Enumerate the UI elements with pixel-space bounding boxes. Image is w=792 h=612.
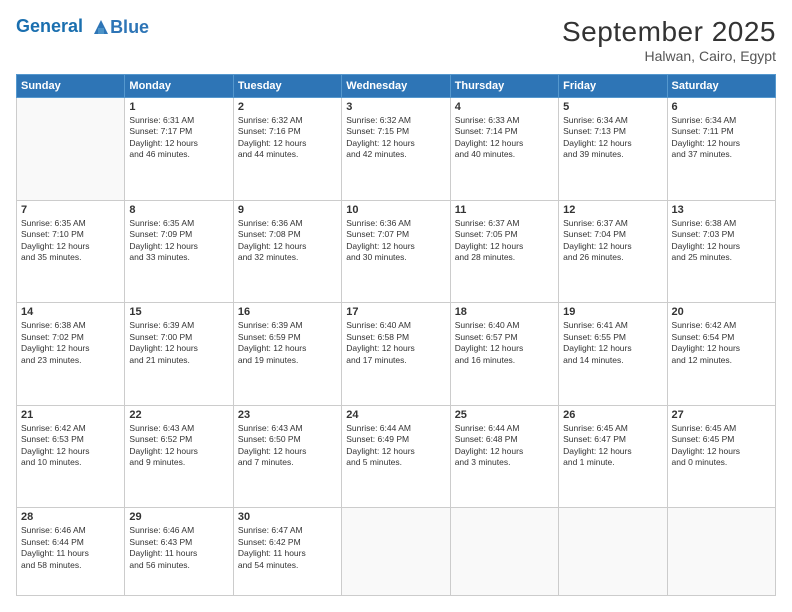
calendar-header-row: Sunday Monday Tuesday Wednesday Thursday… [17, 75, 776, 98]
table-row [559, 508, 667, 596]
month-title: September 2025 [562, 16, 776, 48]
col-friday: Friday [559, 75, 667, 98]
col-sunday: Sunday [17, 75, 125, 98]
table-row: 5Sunrise: 6:34 AM Sunset: 7:13 PM Daylig… [559, 98, 667, 201]
table-row: 27Sunrise: 6:45 AM Sunset: 6:45 PM Dayli… [667, 405, 775, 508]
table-row: 14Sunrise: 6:38 AM Sunset: 7:02 PM Dayli… [17, 303, 125, 406]
table-row: 6Sunrise: 6:34 AM Sunset: 7:11 PM Daylig… [667, 98, 775, 201]
table-row: 24Sunrise: 6:44 AM Sunset: 6:49 PM Dayli… [342, 405, 450, 508]
table-row: 8Sunrise: 6:35 AM Sunset: 7:09 PM Daylig… [125, 200, 233, 303]
table-row: 30Sunrise: 6:47 AM Sunset: 6:42 PM Dayli… [233, 508, 341, 596]
table-row: 17Sunrise: 6:40 AM Sunset: 6:58 PM Dayli… [342, 303, 450, 406]
location: Halwan, Cairo, Egypt [562, 48, 776, 64]
table-row: 11Sunrise: 6:37 AM Sunset: 7:05 PM Dayli… [450, 200, 558, 303]
table-row: 18Sunrise: 6:40 AM Sunset: 6:57 PM Dayli… [450, 303, 558, 406]
table-row: 12Sunrise: 6:37 AM Sunset: 7:04 PM Dayli… [559, 200, 667, 303]
col-wednesday: Wednesday [342, 75, 450, 98]
table-row [17, 98, 125, 201]
table-row: 19Sunrise: 6:41 AM Sunset: 6:55 PM Dayli… [559, 303, 667, 406]
table-row: 4Sunrise: 6:33 AM Sunset: 7:14 PM Daylig… [450, 98, 558, 201]
header: General Blue September 2025 Halwan, Cair… [16, 16, 776, 64]
table-row: 13Sunrise: 6:38 AM Sunset: 7:03 PM Dayli… [667, 200, 775, 303]
table-row: 1Sunrise: 6:31 AM Sunset: 7:17 PM Daylig… [125, 98, 233, 201]
col-monday: Monday [125, 75, 233, 98]
table-row: 20Sunrise: 6:42 AM Sunset: 6:54 PM Dayli… [667, 303, 775, 406]
table-row: 22Sunrise: 6:43 AM Sunset: 6:52 PM Dayli… [125, 405, 233, 508]
calendar: Sunday Monday Tuesday Wednesday Thursday… [16, 74, 776, 596]
table-row: 9Sunrise: 6:36 AM Sunset: 7:08 PM Daylig… [233, 200, 341, 303]
col-tuesday: Tuesday [233, 75, 341, 98]
table-row: 3Sunrise: 6:32 AM Sunset: 7:15 PM Daylig… [342, 98, 450, 201]
logo: General Blue [16, 16, 149, 38]
logo-text-blue: Blue [110, 17, 149, 38]
table-row: 26Sunrise: 6:45 AM Sunset: 6:47 PM Dayli… [559, 405, 667, 508]
table-row: 15Sunrise: 6:39 AM Sunset: 7:00 PM Dayli… [125, 303, 233, 406]
table-row: 2Sunrise: 6:32 AM Sunset: 7:16 PM Daylig… [233, 98, 341, 201]
table-row: 16Sunrise: 6:39 AM Sunset: 6:59 PM Dayli… [233, 303, 341, 406]
title-section: September 2025 Halwan, Cairo, Egypt [562, 16, 776, 64]
table-row [342, 508, 450, 596]
logo-icon [90, 16, 112, 38]
table-row: 25Sunrise: 6:44 AM Sunset: 6:48 PM Dayli… [450, 405, 558, 508]
logo-text-general: General [16, 16, 83, 36]
col-thursday: Thursday [450, 75, 558, 98]
col-saturday: Saturday [667, 75, 775, 98]
table-row: 21Sunrise: 6:42 AM Sunset: 6:53 PM Dayli… [17, 405, 125, 508]
table-row: 23Sunrise: 6:43 AM Sunset: 6:50 PM Dayli… [233, 405, 341, 508]
table-row: 10Sunrise: 6:36 AM Sunset: 7:07 PM Dayli… [342, 200, 450, 303]
table-row [450, 508, 558, 596]
table-row: 7Sunrise: 6:35 AM Sunset: 7:10 PM Daylig… [17, 200, 125, 303]
page: General Blue September 2025 Halwan, Cair… [0, 0, 792, 612]
table-row: 29Sunrise: 6:46 AM Sunset: 6:43 PM Dayli… [125, 508, 233, 596]
table-row [667, 508, 775, 596]
table-row: 28Sunrise: 6:46 AM Sunset: 6:44 PM Dayli… [17, 508, 125, 596]
